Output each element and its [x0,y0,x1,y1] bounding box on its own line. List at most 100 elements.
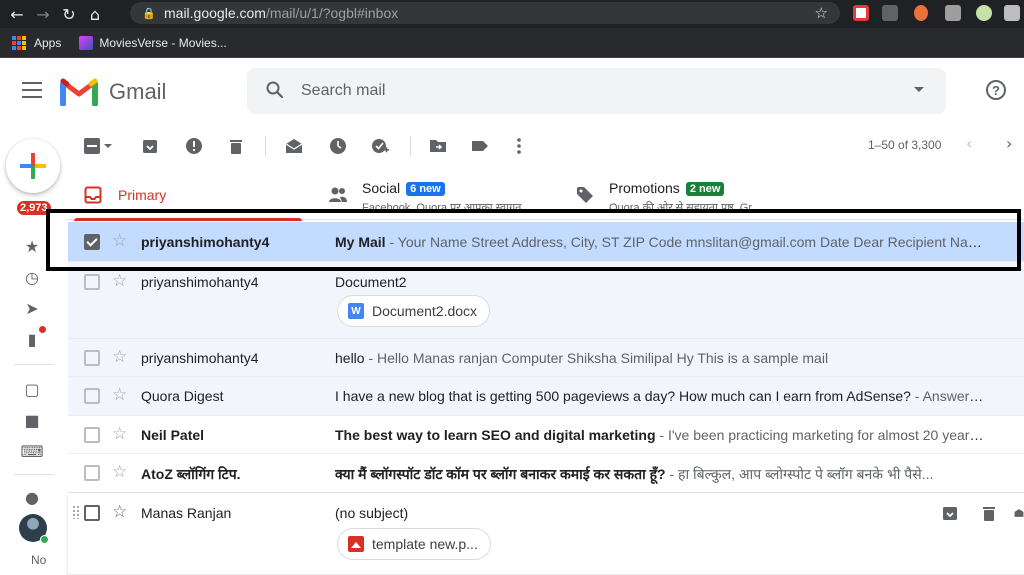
email-sender: Manas Ranjan [141,505,232,521]
email-line: I have a new blog that is getting 500 pa… [335,388,985,404]
attachment-name: Document2.docx [372,303,478,319]
email-row-5[interactable]: ☆ Neil Patel The best way to learn SEO a… [68,416,1024,454]
address-bar[interactable]: 🔒 mail.google.com/mail/u/1/?ogbl#inbox ☆ [130,2,840,24]
gmail-header: Gmail ? [0,60,1024,122]
delete-icon[interactable] [226,136,246,156]
mail-toolbar: 1–50 of 3,300 ‹ › [66,128,1024,164]
report-spam-icon[interactable] [184,136,204,156]
star-icon[interactable]: ☆ [112,425,127,443]
help-icon[interactable]: ? [986,80,1006,100]
bookmark-star-icon[interactable]: ☆ [815,4,828,22]
mark-read-icon[interactable] [284,136,304,156]
star-icon[interactable]: ☆ [112,272,127,290]
snooze-icon[interactable] [328,136,348,156]
select-dropdown-icon[interactable] [102,136,114,156]
attachment-chip[interactable]: W Document2.docx [337,295,491,327]
more-options-icon[interactable] [509,136,529,156]
row-checkbox[interactable] [84,427,100,443]
add-to-tasks-icon[interactable] [370,136,390,156]
tab-primary[interactable]: Primary [74,170,302,221]
email-subject: Document2 [335,274,407,290]
extension-2-icon[interactable] [853,5,869,21]
email-row-3[interactable]: ☆ priyanshimohanty4 hello - Hello Manas … [68,339,1024,377]
meet-new-icon[interactable]: ▢ [22,379,42,399]
forward-icon[interactable]: → [30,2,56,26]
row-checkbox[interactable] [84,350,100,366]
email-sender: priyanshimohanty4 [141,350,259,366]
promotions-tag-icon [577,187,593,203]
move-to-icon[interactable] [428,136,448,156]
compose-button[interactable] [6,139,60,193]
hangouts-icon[interactable]: ● [22,487,42,507]
older-page-icon[interactable]: › [1006,134,1012,153]
drag-handle-icon[interactable] [72,505,80,519]
label-icon[interactable] [470,136,490,156]
drafts-icon[interactable]: ▮ [22,329,42,349]
archive-icon[interactable] [140,136,160,156]
drafts-dot [39,326,46,333]
row-archive-icon[interactable] [940,503,960,523]
app-name: Gmail [109,79,167,104]
tab-social[interactable]: Social 6 new Facebook, Quora पर आपका स्वा… [322,170,550,220]
apps-grid-icon[interactable] [12,35,26,50]
social-icon [329,187,347,202]
toolbar-separator-2 [410,136,411,156]
email-subject: I have a new blog that is getting 500 pa… [335,388,911,404]
search-icon[interactable] [265,80,285,100]
star-icon[interactable]: ☆ [112,348,127,366]
extension-u-icon[interactable] [914,5,928,21]
tab-promotions-label: Promotions 2 new [609,180,725,196]
email-sender: priyanshimohanty4 [141,274,259,290]
email-row-4[interactable]: ☆ Quora Digest I have a new blog that is… [68,377,1024,416]
search-options-icon[interactable] [914,87,924,92]
home-icon[interactable]: ⌂ [82,2,108,26]
email-snippet: - I've been practicing marketing for alm… [655,427,985,443]
select-all-checkbox[interactable] [82,136,102,156]
email-row-7[interactable]: ☆ Manas Ranjan (no subject) template new… [68,493,1024,575]
reload-icon[interactable]: ↻ [56,2,82,26]
bookmark-apps[interactable]: Apps [34,36,61,50]
url-path: /mail/u/1/?ogbl#inbox [265,5,399,21]
row-checkbox[interactable] [84,388,100,404]
row-delete-icon[interactable] [979,503,999,523]
email-subject: The best way to learn SEO and digital ma… [335,427,656,443]
back-icon[interactable]: ← [4,2,30,26]
search-input[interactable] [301,68,881,114]
snoozed-icon[interactable]: ◷ [22,267,42,287]
email-row-2[interactable]: ☆ priyanshimohanty4 Document2 W Document… [68,262,1024,339]
active-tab-indicator [74,218,302,221]
row-checkbox[interactable] [84,234,100,250]
extension-card-icon[interactable] [945,5,961,21]
star-icon[interactable]: ☆ [112,232,127,250]
meet-video-icon[interactable]: ■ [22,410,42,430]
row-checkbox[interactable] [84,274,100,290]
star-icon[interactable]: ☆ [112,503,127,521]
starred-icon[interactable]: ★ [22,236,42,256]
email-snippet: - Hello Manas ranjan Computer Shiksha Si… [364,350,829,366]
email-snippet: - हा बिल्कुल, आप ब्लोग्स्पोट पे ब्लॉग बन… [665,466,934,482]
email-sender: Quora Digest [141,388,224,404]
star-icon[interactable]: ☆ [112,463,127,481]
extension-window-icon[interactable] [882,5,898,21]
newer-page-icon[interactable]: ‹ [966,134,972,153]
keyboard-icon[interactable]: ⌨ [20,441,43,461]
email-snippet: - Answer: ... [910,388,985,404]
main-menu-icon[interactable] [22,82,42,98]
email-sender: Neil Patel [141,427,205,443]
star-icon[interactable]: ☆ [112,386,127,404]
status-dot [40,535,49,544]
email-row-6[interactable]: ☆ AtoZ ब्लॉगिंग टिप. क्या मैं ब्लॉगस्पॉट… [68,454,1024,493]
email-row-1[interactable]: ☆ priyanshimohanty4 My Mail - Your Name … [68,222,1024,262]
tab-promotions[interactable]: Promotions 2 new Quora की ओर से सहायता पृ… [570,170,798,220]
social-preview: Facebook, Quora पर आपका स्वागत [362,202,522,210]
row-checkbox[interactable] [84,465,100,481]
email-line: (no subject) [335,505,895,521]
sent-icon[interactable]: ➤ [22,298,42,318]
extension-bulb-icon[interactable] [976,5,992,21]
attachment-chip[interactable]: template new.p... [337,528,491,560]
bookmark-moviesverse[interactable]: MoviesVerse - Movies... [99,36,226,50]
promotions-new-badge: 2 new [685,182,725,196]
extension-screen-icon[interactable] [1004,5,1020,21]
row-mark-read-icon[interactable] [1014,503,1024,523]
row-checkbox[interactable] [84,505,100,521]
